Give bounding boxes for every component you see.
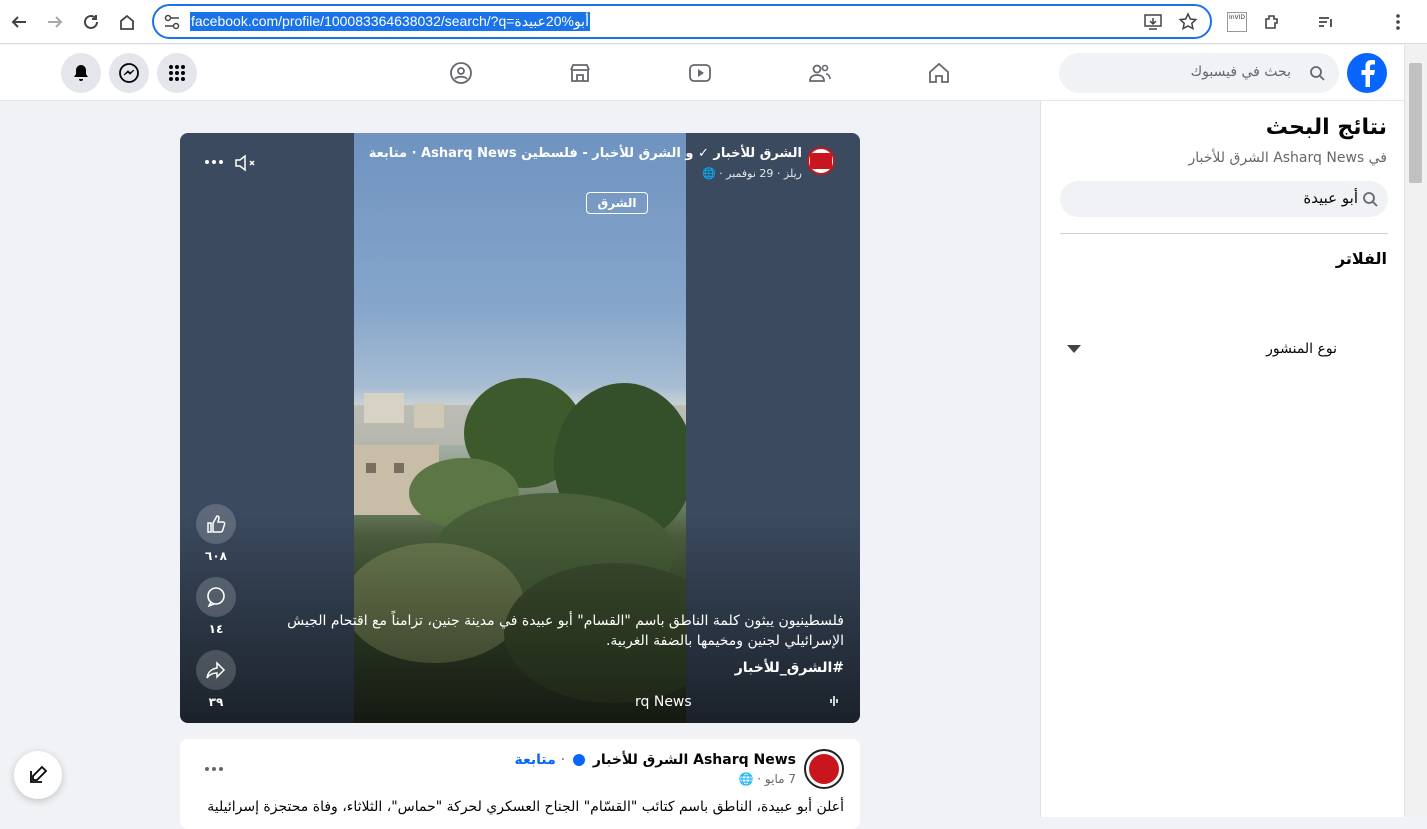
post-author[interactable]: Asharq News الشرق للأخبار · متابعة <box>514 752 796 768</box>
search-icon <box>1362 191 1378 207</box>
post-date: 7 مايو · 🌐 <box>738 772 796 786</box>
comment-count: ١٤ <box>208 622 224 636</box>
search-placeholder: بحث في فيسبوك <box>1190 64 1291 80</box>
video-post[interactable]: الشرق للأخبار ✓ و الشرق للأخبار - فلسطين… <box>180 133 860 723</box>
bookmark-star-icon[interactable] <box>1178 12 1198 32</box>
comment-icon[interactable] <box>196 577 236 617</box>
dot-separator: · <box>560 752 566 768</box>
extensions-icon[interactable] <box>1259 9 1285 35</box>
video-icon[interactable] <box>686 59 714 87</box>
search-scope: في Asharq News الشرق للأخبار <box>1188 150 1387 166</box>
verified-icon <box>572 754 585 766</box>
menu-grid-icon[interactable] <box>157 53 197 93</box>
avatar[interactable] <box>804 749 844 789</box>
post-card: Asharq News الشرق للأخبار · متابعة 7 ماي… <box>180 739 860 829</box>
facebook-logo-icon[interactable] <box>1347 53 1387 93</box>
groups-icon[interactable] <box>447 59 475 87</box>
divider <box>1060 233 1388 234</box>
home-icon[interactable] <box>925 59 953 87</box>
messenger-icon[interactable] <box>109 53 149 93</box>
site-settings-icon[interactable] <box>163 13 181 31</box>
profile-search-input[interactable]: أبو عبيدة <box>1060 181 1388 217</box>
facebook-search-input[interactable]: بحث في فيسبوك <box>1059 53 1339 93</box>
post-type-filter[interactable]: نوع المنشور <box>1266 341 1337 357</box>
address-bar[interactable]: facebook.com/profile/100083364638032/sea… <box>152 4 1212 39</box>
new-message-button[interactable] <box>14 751 62 799</box>
share-count: ٣٩ <box>208 695 224 709</box>
post-meta: ريلز · 29 نوفمبر · 🌐 <box>701 167 802 180</box>
reading-list-icon[interactable] <box>1313 9 1339 35</box>
more-options-icon[interactable] <box>205 767 223 771</box>
author-name[interactable]: Asharq News الشرق للأخبار <box>593 752 796 768</box>
friends-icon[interactable] <box>806 59 834 87</box>
install-app-icon[interactable] <box>1144 13 1162 31</box>
search-icon <box>1309 65 1325 81</box>
browser-toolbar: facebook.com/profile/100083364638032/sea… <box>0 0 1427 44</box>
audio-wave-icon <box>828 695 840 707</box>
home-icon[interactable] <box>113 8 141 36</box>
video-watermark: الشرق <box>586 192 648 214</box>
like-count: ٦٠٨ <box>205 549 227 563</box>
marketplace-icon[interactable] <box>566 59 594 87</box>
menu-icon[interactable] <box>1385 9 1411 35</box>
facebook-header: بحث في فيسبوك <box>0 45 1418 101</box>
notifications-icon[interactable] <box>61 53 101 93</box>
like-icon[interactable] <box>196 504 236 544</box>
post-text: أعلن أبو عبيدة، الناطق باسم كتائب "القسّ… <box>207 799 844 815</box>
more-options-icon[interactable] <box>205 160 223 164</box>
post-author[interactable]: الشرق للأخبار ✓ و الشرق للأخبار - فلسطين… <box>369 146 802 161</box>
chevron-down-icon[interactable] <box>1067 345 1081 353</box>
mute-icon[interactable] <box>234 153 258 173</box>
back-icon[interactable] <box>5 8 33 36</box>
invid-label: InVID <box>1227 12 1247 32</box>
page-title: نتائج البحث <box>1265 115 1387 140</box>
hashtag-link[interactable]: #الشرق_للأخبار <box>735 660 844 676</box>
video-source-text: rq News <box>635 694 692 710</box>
avatar[interactable] <box>807 147 835 175</box>
url-text[interactable]: facebook.com/profile/100083364638032/sea… <box>190 12 590 31</box>
search-results-panel: نتائج البحث في Asharq News الشرق للأخبار… <box>1040 101 1404 817</box>
search-query[interactable]: أبو عبيدة <box>1303 189 1358 207</box>
follow-link[interactable]: متابعة <box>514 752 555 768</box>
invid-extension-icon[interactable]: InVID <box>1224 9 1250 35</box>
post-caption: فلسطينيون يبثون كلمة الناطق باسم "القسام… <box>287 613 844 649</box>
filters-heading: الفلاتر <box>1335 249 1387 268</box>
share-icon[interactable] <box>196 650 236 690</box>
page-scrollbar[interactable] <box>1404 45 1427 817</box>
scroll-thumb[interactable] <box>1409 63 1422 183</box>
reload-icon[interactable] <box>77 8 105 36</box>
forward-icon[interactable] <box>41 8 69 36</box>
compose-icon <box>30 765 48 783</box>
